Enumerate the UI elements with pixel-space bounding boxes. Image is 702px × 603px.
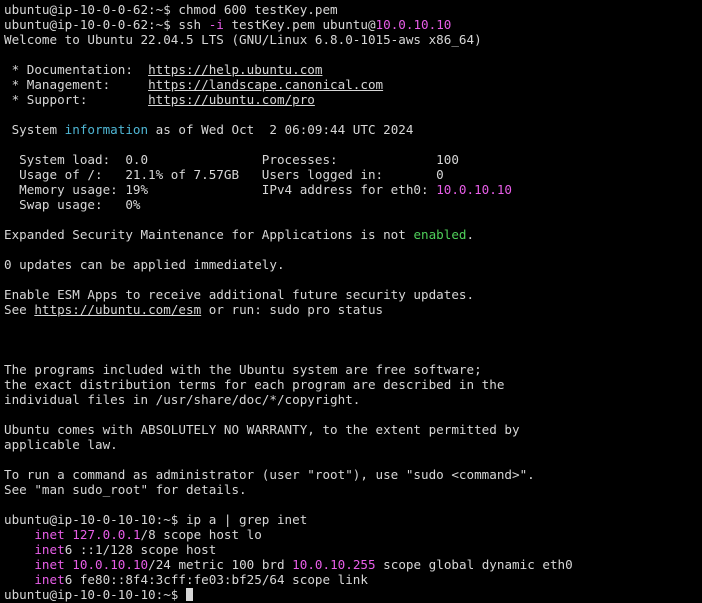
text-segment: 10.0.10.10 — [436, 182, 513, 197]
text-segment: or run: sudo pro status — [201, 302, 384, 317]
text-segment: 127.0.0.1 — [72, 527, 141, 542]
terminal-line: System information as of Wed Oct 2 06:09… — [4, 122, 702, 137]
terminal-line: ubuntu@ip-10-0-0-62:~$ chmod 600 testKey… — [4, 2, 702, 17]
text-segment: inet — [34, 542, 65, 557]
cursor — [185, 588, 193, 601]
text-segment: 10.0.10.255 — [292, 557, 376, 572]
text-segment — [4, 572, 34, 587]
text-segment: * Management: — [4, 77, 149, 92]
text-segment: Ubuntu comes with ABSOLUTELY NO WARRANTY… — [4, 422, 520, 437]
text-segment: inet — [34, 527, 65, 542]
link[interactable]: https://help.ubuntu.com — [148, 62, 322, 77]
text-segment — [4, 557, 34, 572]
terminal-line: applicable law. — [4, 437, 702, 452]
terminal-line: inet 127.0.0.1/8 scope host lo — [4, 527, 702, 542]
terminal-line: inet 10.0.10.10/24 metric 100 brd 10.0.1… — [4, 557, 702, 572]
terminal-line: individual files in /usr/share/doc/*/cop… — [4, 392, 702, 407]
terminal-line: the exact distribution terms for each pr… — [4, 377, 702, 392]
text-segment: scope global dynamic eth0 — [375, 557, 573, 572]
text-segment: 10.0.10.10 — [72, 557, 149, 572]
text-segment: . — [466, 227, 475, 242]
text-segment: Swap usage: 0% — [4, 197, 141, 212]
terminal-line: Welcome to Ubuntu 22.04.5 LTS (GNU/Linux… — [4, 32, 702, 47]
link[interactable]: https://ubuntu.com/pro — [148, 92, 315, 107]
terminal-line: inet6 fe80::8f4:3cff:fe03:bf25/64 scope … — [4, 572, 702, 587]
text-segment — [4, 527, 34, 542]
text-segment: as of Wed Oct 2 06:09:44 UTC 2024 — [148, 122, 414, 137]
terminal-line: System load: 0.0 Processes: 100 — [4, 152, 702, 167]
terminal-line: Ubuntu comes with ABSOLUTELY NO WARRANTY… — [4, 422, 702, 437]
text-segment: Memory usage: 19% IPv4 address for eth0: — [4, 182, 437, 197]
terminal-line: See "man sudo_root" for details. — [4, 482, 702, 497]
text-segment: See "man sudo_root" for details. — [4, 482, 247, 497]
text-segment: applicable law. — [4, 437, 118, 452]
terminal-line: See https://ubuntu.com/esm or run: sudo … — [4, 302, 702, 317]
text-segment: * Documentation: — [4, 62, 149, 77]
text-segment — [4, 542, 34, 557]
terminal-line: The programs included with the Ubuntu sy… — [4, 362, 702, 377]
text-segment: To run a command as administrator (user … — [4, 467, 535, 482]
text-segment: Welcome to Ubuntu 22.04.5 LTS (GNU/Linux… — [4, 32, 482, 47]
text-segment: inet — [34, 572, 65, 587]
text-segment: individual files in /usr/share/doc/*/cop… — [4, 392, 361, 407]
text-segment: System load: 0.0 Processes: 100 — [4, 152, 459, 167]
text-segment: 0 updates can be applied immediately. — [4, 257, 285, 272]
text-segment: ubuntu@ip-10-0-0-62:~$ ssh — [4, 17, 209, 32]
text-segment: information — [64, 122, 149, 137]
terminal-line: To run a command as administrator (user … — [4, 467, 702, 482]
text-segment: Usage of /: 21.1% of 7.57GB Users logged… — [4, 167, 444, 182]
text-segment: 6 fe80::8f4:3cff:fe03:bf25/64 scope link — [64, 572, 368, 587]
terminal-line: Memory usage: 19% IPv4 address for eth0:… — [4, 182, 702, 197]
link[interactable]: https://landscape.canonical.com — [148, 77, 383, 92]
terminal-output[interactable]: ubuntu@ip-10-0-0-62:~$ chmod 600 testKey… — [0, 0, 702, 603]
terminal-line: inet6 ::1/128 scope host — [4, 542, 702, 557]
text-segment: ubuntu@ip-10-0-10-10:~$ ip a | grep inet — [4, 512, 308, 527]
text-segment: 10.0.10.10 — [375, 17, 452, 32]
text-segment: System — [4, 122, 65, 137]
terminal-line: Expanded Security Maintenance for Applic… — [4, 227, 702, 242]
text-segment: Expanded Security Maintenance for Applic… — [4, 227, 414, 242]
text-segment: ubuntu@ip-10-0-0-62:~$ chmod 600 testKey… — [4, 2, 338, 17]
terminal-line: 0 updates can be applied immediately. — [4, 257, 702, 272]
link[interactable]: https://ubuntu.com/esm — [34, 302, 201, 317]
text-segment: testKey.pem ubuntu@ — [223, 17, 376, 32]
text-segment: * Support: — [4, 92, 149, 107]
terminal-line: ubuntu@ip-10-0-10-10:~$ ip a | grep inet — [4, 512, 702, 527]
text-segment: the exact distribution terms for each pr… — [4, 377, 505, 392]
text-segment: See — [4, 302, 35, 317]
text-segment: inet — [34, 557, 65, 572]
text-segment: -i — [208, 17, 224, 32]
text-segment: /8 scope host lo — [140, 527, 262, 542]
terminal-line: ubuntu@ip-10-0-0-62:~$ ssh -i testKey.pe… — [4, 17, 702, 32]
terminal-line: * Documentation: https://help.ubuntu.com — [4, 62, 702, 77]
terminal-line: ubuntu@ip-10-0-10-10:~$ — [4, 587, 702, 602]
terminal-line: * Support: https://ubuntu.com/pro — [4, 92, 702, 107]
text-segment: Enable ESM Apps to receive additional fu… — [4, 287, 475, 302]
terminal-line: Usage of /: 21.1% of 7.57GB Users logged… — [4, 167, 702, 182]
text-segment: /24 metric 100 brd — [148, 557, 293, 572]
text-segment: 6 ::1/128 scope host — [64, 542, 217, 557]
terminal-line: * Management: https://landscape.canonica… — [4, 77, 702, 92]
text-segment: enabled — [413, 227, 467, 242]
text-segment: The programs included with the Ubuntu sy… — [4, 362, 482, 377]
text-segment: ubuntu@ip-10-0-10-10:~$ — [4, 587, 186, 602]
terminal-line: Swap usage: 0% — [4, 197, 702, 212]
terminal-line: Enable ESM Apps to receive additional fu… — [4, 287, 702, 302]
